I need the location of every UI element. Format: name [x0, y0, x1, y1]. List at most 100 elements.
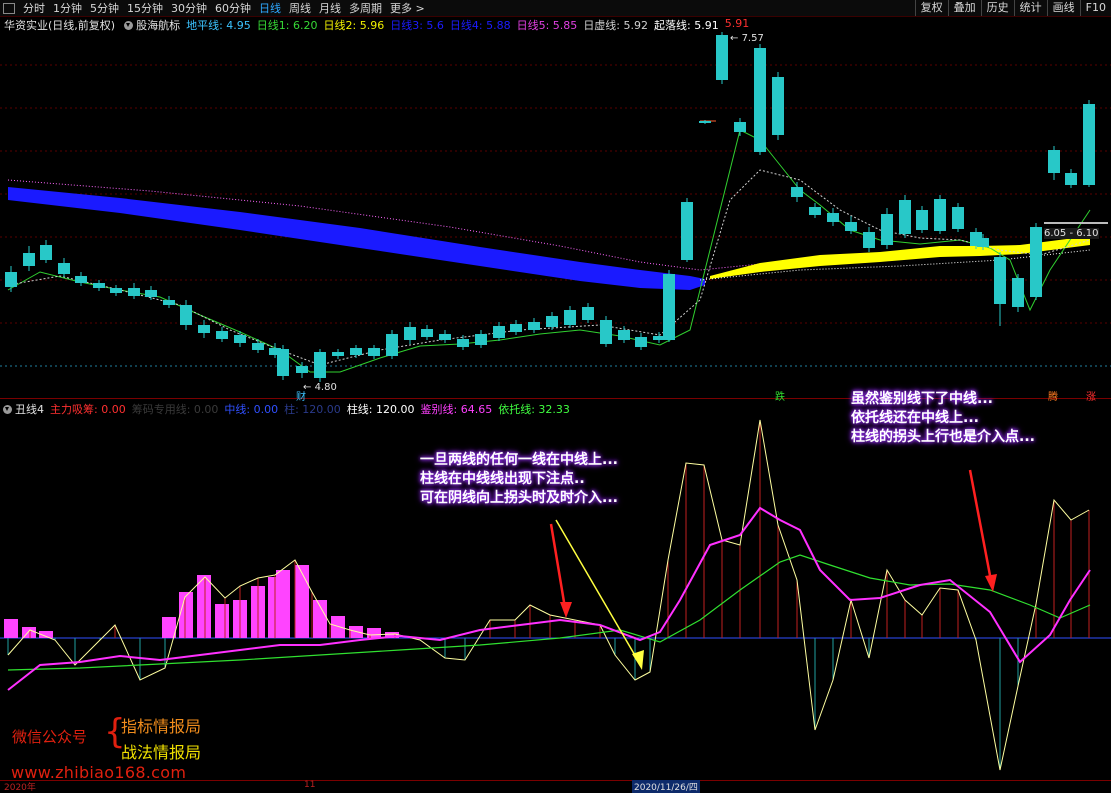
candle-body: [845, 222, 857, 231]
main-indicator-value-6: 日虚线: 5.92: [583, 19, 649, 32]
candle-body: [493, 326, 505, 338]
toolbar-button-4[interactable]: 画线: [1046, 0, 1080, 16]
sub-indicator-value-3: 柱: 120.00: [284, 403, 341, 416]
candle-body: [93, 283, 105, 288]
marker-teng[interactable]: 腾: [1048, 388, 1058, 403]
candle-body: [863, 232, 875, 248]
candle-body: [635, 337, 647, 347]
accumulation-bar: [4, 619, 18, 638]
candle-body: [198, 325, 210, 333]
candle-body: [110, 288, 122, 293]
sub-indicator-value-6: 依托线: 32.33: [498, 403, 570, 416]
accumulation-bar: [331, 616, 345, 638]
candle-body: [734, 122, 746, 132]
main-indicator-value-3: 日线3: 5.6: [390, 19, 444, 32]
main-indicator-value-2: 日线2: 5.96: [323, 19, 385, 32]
sub-indicator-value-5: 鉴别线: 64.65: [420, 403, 493, 416]
toolbar: 分时 1分钟 5分钟 15分钟 30分钟 60分钟 日线 周线 月线 多周期 更多 > 复权 叠加 历史…: [0, 0, 1111, 17]
candle-body: [618, 330, 630, 340]
yellow-arrow: [555, 519, 641, 665]
marker-die[interactable]: 跌: [775, 388, 785, 403]
period-tab-9[interactable]: 多周期: [345, 0, 386, 16]
period-tab-5[interactable]: 60分钟: [211, 0, 255, 16]
period-tab-1[interactable]: 1分钟: [49, 0, 86, 16]
candle-body: [681, 202, 693, 260]
main-indicator-name[interactable]: 股海航标: [136, 17, 180, 33]
high-price-value: 7.57: [741, 33, 764, 44]
sub-indicator-dropdown-icon[interactable]: [3, 404, 12, 414]
candle-body: [564, 310, 576, 325]
candle-body: [386, 334, 398, 356]
watermark-line-1: 指标情报局: [121, 717, 202, 736]
candle-body: [546, 316, 558, 327]
period-tab-0[interactable]: 分时: [19, 0, 49, 16]
candle-body: [23, 253, 35, 266]
period-tab-6[interactable]: 日线: [255, 0, 285, 16]
candle-body: [457, 339, 469, 347]
candle-body: [145, 290, 157, 297]
support-line: [7, 554, 1091, 671]
candle-body: [791, 187, 803, 197]
candle-body: [881, 214, 893, 245]
marker-zhang[interactable]: 涨: [1086, 388, 1096, 403]
red-arrow-left-head: [560, 602, 572, 618]
candle-body: [404, 327, 416, 340]
accumulation-bar: [295, 565, 309, 638]
menu-icon[interactable]: [3, 2, 15, 14]
toolbar-button-2[interactable]: 历史: [980, 0, 1014, 16]
period-tab-3[interactable]: 15分钟: [123, 0, 167, 16]
candle-body: [368, 348, 380, 356]
candle-body: [1030, 227, 1042, 297]
sub-indicator-value-2: 中线: 0.00: [224, 403, 279, 416]
candle-body: [809, 207, 821, 215]
candle-body: [252, 343, 264, 350]
toolbar-button-3[interactable]: 统计: [1013, 0, 1047, 16]
candle-body: [277, 349, 289, 376]
red-arrow-right: [968, 469, 994, 587]
right-button-group: 复权 叠加 历史 统计 画线 F10: [914, 0, 1111, 16]
candle-body: [510, 324, 522, 332]
candle-body: [899, 200, 911, 234]
accumulation-bar: [367, 628, 381, 638]
accumulation-bar: [179, 592, 193, 638]
stock-name[interactable]: 华资实业(日线,前复权): [4, 17, 115, 33]
candle-body: [40, 245, 52, 260]
annotation-left-line-1: 一旦两线的任何一线在中线上...: [420, 452, 618, 468]
toolbar-button-5[interactable]: F10: [1079, 0, 1111, 16]
candle-body: [475, 334, 487, 345]
toolbar-button-0[interactable]: 复权: [914, 0, 948, 16]
accumulation-bar: [197, 575, 211, 638]
price-range-label: 6.05 - 6.10: [1044, 228, 1099, 239]
period-tab-4[interactable]: 30分钟: [167, 0, 211, 16]
candle-body: [528, 322, 540, 330]
indicator-dropdown-icon[interactable]: [124, 20, 134, 30]
candle-body: [663, 274, 675, 340]
main-indicator-value-5: 日线5: 5.85: [516, 19, 578, 32]
sub-indicator-row: 丑线4 主力吸筹: 0.00 筹码专用线: 0.00 中线: 0.00 柱: 120.…: [0, 402, 576, 416]
candle-body: [600, 320, 612, 344]
period-tab-8[interactable]: 月线: [315, 0, 345, 16]
period-tab-10[interactable]: 更多 >: [386, 0, 429, 16]
candle-body: [827, 213, 839, 222]
period-tab-2[interactable]: 5分钟: [86, 0, 123, 16]
candle-body: [58, 263, 70, 274]
candle-body: [1083, 104, 1095, 185]
candle-body: [699, 121, 711, 123]
sub-indicator-value-0: 主力吸筹: 0.00: [50, 403, 126, 416]
toolbar-button-1[interactable]: 叠加: [947, 0, 981, 16]
candle-body: [296, 366, 308, 373]
annotation-right-line-3: 柱线的拐头上行也是介入点...: [851, 429, 1035, 445]
marker-cai[interactable]: 财: [296, 388, 306, 403]
candle-body: [332, 352, 344, 356]
accumulation-bar: [276, 570, 290, 638]
high-price-label: ← 7.57: [730, 33, 764, 44]
annotation-right-line-1: 虽然鉴别线下了中线...: [851, 391, 993, 407]
candle-body: [75, 276, 87, 283]
candle-body: [582, 307, 594, 320]
candle-body: [934, 199, 946, 231]
low-price-value: 4.80: [314, 382, 337, 393]
sub-indicator-name[interactable]: 丑线4: [15, 401, 44, 417]
period-tab-7[interactable]: 周线: [285, 0, 315, 16]
main-indicator-value-0: 地平线: 4.95: [186, 19, 251, 32]
candle-body: [314, 352, 326, 378]
